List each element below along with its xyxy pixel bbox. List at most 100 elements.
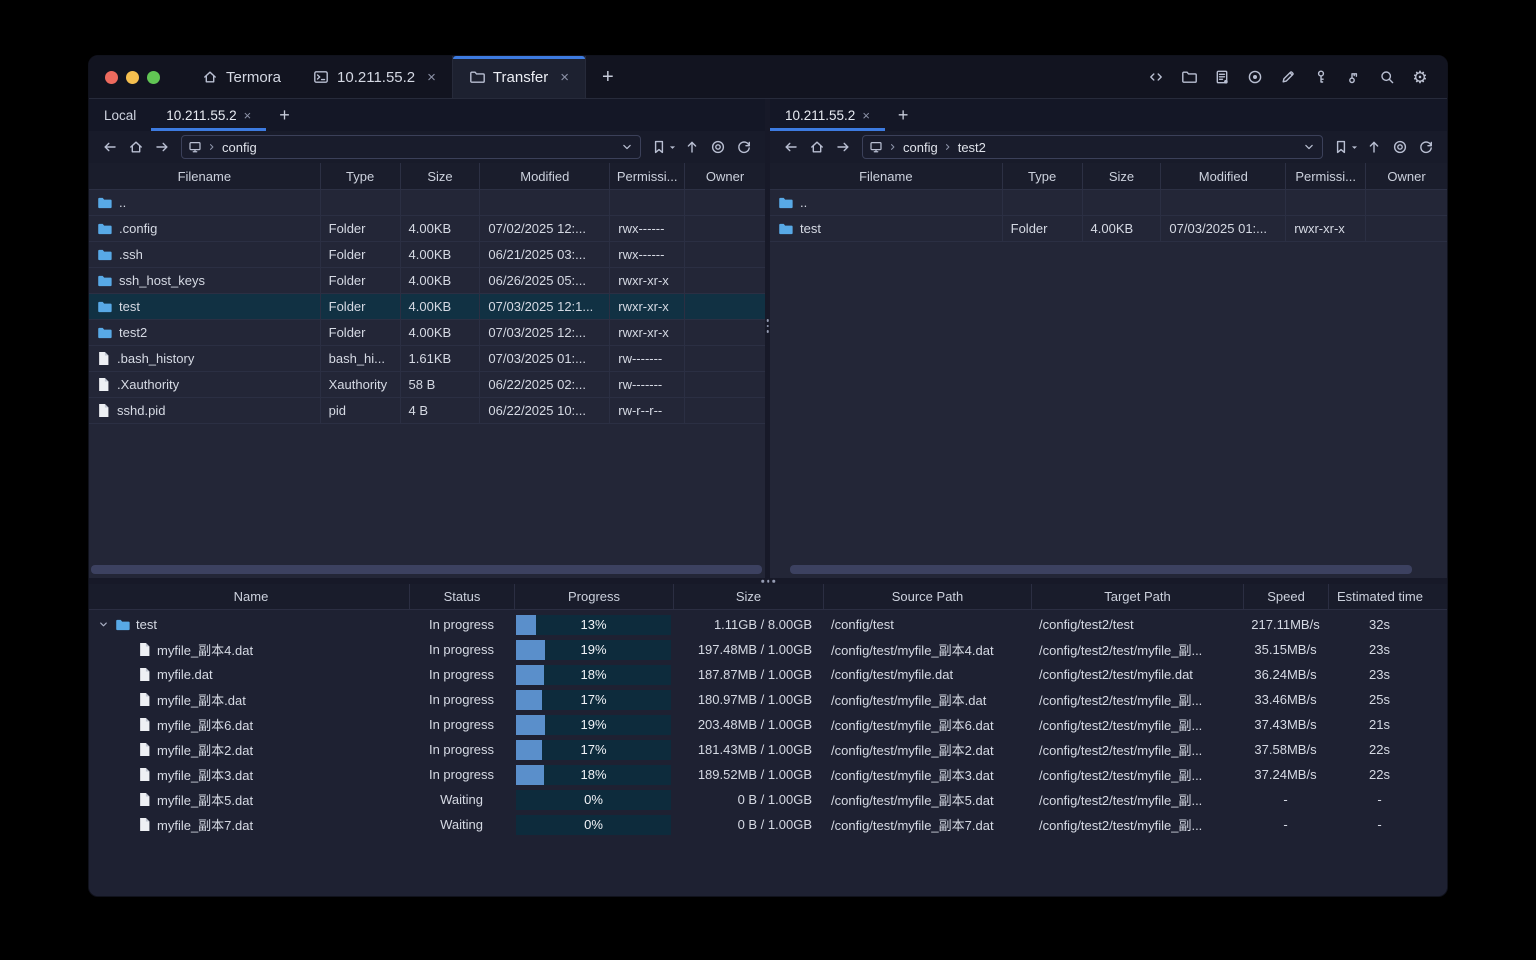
column-header-filename[interactable]: Filename [770, 163, 1002, 189]
home-button[interactable] [125, 136, 147, 158]
bookmark-button[interactable] [651, 139, 677, 155]
column-header-size[interactable]: Size [399, 163, 480, 189]
column-header-size[interactable]: Size [1081, 163, 1161, 189]
column-header-source-path[interactable]: Source Path [823, 584, 1031, 609]
app-tab-termora[interactable]: Termora [186, 56, 297, 98]
transfer-row[interactable]: myfile_副本4.dat In progress 19% 197.48MB / 1… [93, 637, 1443, 662]
file-row[interactable]: .Xauthority Xauthority 58 B 06/22/2025 02:.… [89, 372, 765, 398]
file-row[interactable]: .ssh Folder 4.00KB 06/21/2025 03:... rwx----… [89, 242, 765, 268]
back-button[interactable] [780, 136, 802, 158]
column-header-permissi[interactable]: Permissi... [609, 163, 684, 189]
file-row[interactable]: .config Folder 4.00KB 07/02/2025 12:... rwx-… [89, 216, 765, 242]
path-dropdown-icon[interactable] [1302, 140, 1316, 154]
forward-button[interactable] [832, 136, 854, 158]
column-header-owner[interactable]: Owner [1365, 163, 1447, 189]
app-tab-transfer[interactable]: Transfer × [451, 56, 586, 98]
circle-dot-icon [1392, 139, 1408, 155]
close-tab-icon[interactable]: × [244, 108, 252, 123]
refresh-button[interactable] [1415, 136, 1437, 158]
transfer-row[interactable]: myfile_副本6.dat In progress 19% 203.48MB / 1… [93, 712, 1443, 737]
new-app-tab-button[interactable]: + [586, 56, 630, 98]
expand-chevron-icon[interactable] [97, 618, 111, 631]
file-cell [399, 190, 480, 215]
path-breadcrumb-input[interactable]: config [181, 135, 641, 159]
column-header-modified[interactable]: Modified [1160, 163, 1285, 189]
close-tab-icon[interactable]: × [427, 69, 436, 86]
app-tab-10-211-55-2[interactable]: 10.211.55.2 × [297, 56, 452, 98]
file-tab-10-211-55-2[interactable]: 10.211.55.2 × [151, 99, 267, 131]
file-tab-10-211-55-2[interactable]: 10.211.55.2 × [770, 99, 885, 131]
edit-button[interactable] [1277, 66, 1299, 88]
traffic-light-close[interactable] [105, 70, 118, 84]
close-tab-icon[interactable]: × [862, 108, 870, 123]
file-row[interactable]: test Folder 4.00KB 07/03/2025 01:... rwxr-xr… [770, 216, 1447, 242]
column-header-speed[interactable]: Speed [1243, 584, 1328, 609]
transfer-row[interactable]: myfile_副本3.dat In progress 18% 189.52MB / 1… [93, 762, 1443, 787]
new-file-tab-button[interactable]: + [885, 99, 922, 131]
path-dropdown-icon[interactable] [620, 140, 634, 154]
file-row[interactable]: .. [89, 190, 765, 216]
path-breadcrumb-input[interactable]: config test2 [862, 135, 1323, 159]
horizontal-scrollbar[interactable] [790, 565, 1412, 574]
progress-label: 17% [580, 692, 607, 707]
column-header-name[interactable]: Name [93, 584, 409, 609]
file-row[interactable]: .. [770, 190, 1447, 216]
transfer-row[interactable]: test In progress 13% 1.11GB / 8.00GB/config… [93, 612, 1443, 637]
progress-cell: 0% [514, 814, 673, 835]
transfer-row[interactable]: myfile_副本7.dat Waiting 0% 0 B / 1.00GB/conf… [93, 812, 1443, 837]
folder-button[interactable] [1178, 66, 1200, 88]
size-cell: 180.97MB / 1.00GB [697, 692, 812, 707]
file-row[interactable]: test Folder 4.00KB 07/03/2025 12:1... rwxr-x… [89, 294, 765, 320]
transfer-name-cell: myfile_副本5.dat [93, 790, 409, 809]
keychain-button[interactable] [1343, 66, 1365, 88]
log-button[interactable] [1211, 66, 1233, 88]
record-button[interactable] [1244, 66, 1266, 88]
horizontal-scrollbar[interactable] [91, 565, 762, 574]
bookmark-caret-icon[interactable] [1350, 143, 1359, 152]
file-row[interactable]: .bash_history bash_hi... 1.61KB 07/03/2025 … [89, 346, 765, 372]
file-row[interactable]: ssh_host_keys Folder 4.00KB 06/26/2025 05:.… [89, 268, 765, 294]
close-tab-icon[interactable]: × [560, 69, 569, 86]
file-cell: 07/03/2025 12:... [479, 320, 609, 345]
column-header-status[interactable]: Status [409, 584, 514, 609]
new-file-tab-button[interactable]: + [266, 99, 303, 131]
breadcrumb-segment[interactable]: config [222, 140, 257, 155]
column-header-type[interactable]: Type [1001, 163, 1082, 189]
transfer-row[interactable]: myfile_副本.dat In progress 17% 180.97MB / 1.… [93, 687, 1443, 712]
forward-button[interactable] [151, 136, 173, 158]
column-header-estimated-time[interactable]: Estimated time [1328, 584, 1431, 609]
breadcrumb-segment[interactable]: config [903, 140, 938, 155]
breadcrumb-segment[interactable]: test2 [958, 140, 986, 155]
bookmark-caret-icon[interactable] [668, 143, 677, 152]
code-button[interactable] [1145, 66, 1167, 88]
column-header-filename[interactable]: Filename [89, 163, 320, 189]
upload-button[interactable] [1363, 136, 1385, 158]
horizontal-splitter[interactable] [89, 578, 1447, 584]
column-header-modified[interactable]: Modified [479, 163, 609, 189]
column-header-owner[interactable]: Owner [684, 163, 765, 189]
transfer-row[interactable]: myfile_副本2.dat In progress 17% 181.43MB / 1… [93, 737, 1443, 762]
search-button[interactable] [1376, 66, 1398, 88]
column-header-type[interactable]: Type [319, 163, 400, 189]
show-hidden-button[interactable] [707, 136, 729, 158]
traffic-light-zoom[interactable] [147, 70, 160, 84]
terminal-icon [313, 69, 329, 85]
column-header-size[interactable]: Size [673, 584, 823, 609]
back-button[interactable] [99, 136, 121, 158]
file-row[interactable]: sshd.pid pid 4 B 06/22/2025 10:... rw-r--r-- [89, 398, 765, 424]
file-row[interactable]: test2 Folder 4.00KB 07/03/2025 12:... rwxr-x… [89, 320, 765, 346]
column-header-target-path[interactable]: Target Path [1031, 584, 1243, 609]
upload-button[interactable] [681, 136, 703, 158]
show-hidden-button[interactable] [1389, 136, 1411, 158]
bookmark-button[interactable] [1333, 139, 1359, 155]
refresh-button[interactable] [733, 136, 755, 158]
traffic-light-minimize[interactable] [126, 70, 139, 84]
home-button[interactable] [806, 136, 828, 158]
column-header-progress[interactable]: Progress [514, 584, 673, 609]
settings-button[interactable]: ⚙ [1409, 66, 1431, 88]
file-tab-local[interactable]: Local [89, 99, 151, 131]
transfer-row[interactable]: myfile_副本5.dat Waiting 0% 0 B / 1.00GB/conf… [93, 787, 1443, 812]
column-header-permissi[interactable]: Permissi... [1285, 163, 1365, 189]
transfer-row[interactable]: myfile.dat In progress 18% 187.87MB / 1.00G… [93, 662, 1443, 687]
key-button[interactable] [1310, 66, 1332, 88]
